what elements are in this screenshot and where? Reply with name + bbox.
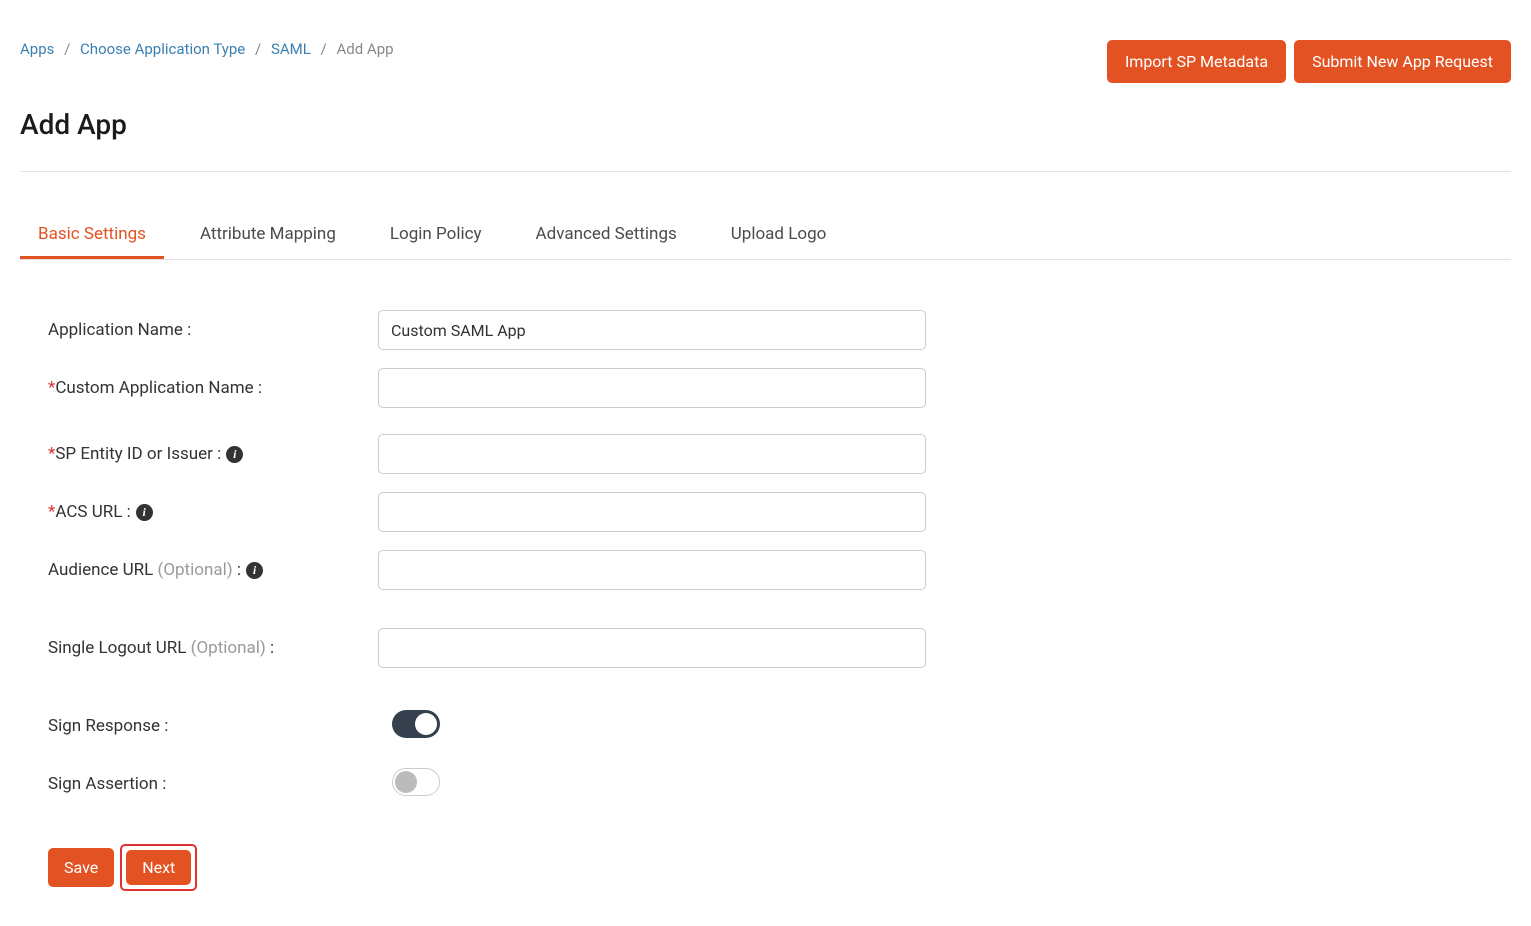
tab-upload-logo[interactable]: Upload Logo xyxy=(713,212,845,259)
tab-login-policy[interactable]: Login Policy xyxy=(372,212,500,259)
import-sp-metadata-button[interactable]: Import SP Metadata xyxy=(1107,40,1286,83)
audience-url-input[interactable] xyxy=(378,550,926,590)
sign-response-toggle[interactable] xyxy=(392,710,440,738)
next-button-highlight: Next xyxy=(120,844,197,891)
tab-basic-settings[interactable]: Basic Settings xyxy=(20,212,164,259)
custom-application-name-label: *Custom Application Name : xyxy=(48,378,378,398)
breadcrumb-sep: / xyxy=(255,40,261,58)
application-name-input[interactable] xyxy=(378,310,926,350)
breadcrumb-link-apps[interactable]: Apps xyxy=(20,40,54,58)
sp-entity-input[interactable] xyxy=(378,434,926,474)
save-button[interactable]: Save xyxy=(48,848,114,887)
tabs: Basic Settings Attribute Mapping Login P… xyxy=(20,212,1511,260)
page-title: Add App xyxy=(20,108,1511,141)
submit-new-app-request-button[interactable]: Submit New App Request xyxy=(1294,40,1511,83)
breadcrumb-sep: / xyxy=(64,40,70,58)
divider xyxy=(20,171,1511,172)
info-icon[interactable]: i xyxy=(136,504,153,521)
sp-entity-label: *SP Entity ID or Issuer : i xyxy=(48,444,378,464)
breadcrumb: Apps / Choose Application Type / SAML / … xyxy=(20,40,394,58)
breadcrumb-link-saml[interactable]: SAML xyxy=(271,40,311,58)
sign-assertion-label: Sign Assertion : xyxy=(48,774,378,794)
sign-assertion-toggle[interactable] xyxy=(392,768,440,796)
sign-response-label: Sign Response : xyxy=(48,716,378,736)
breadcrumb-current: Add App xyxy=(336,40,393,58)
breadcrumb-sep: / xyxy=(321,40,327,58)
info-icon[interactable]: i xyxy=(246,562,263,579)
tab-advanced-settings[interactable]: Advanced Settings xyxy=(518,212,695,259)
info-icon[interactable]: i xyxy=(226,446,243,463)
single-logout-input[interactable] xyxy=(378,628,926,668)
application-name-label: Application Name : xyxy=(48,320,378,340)
breadcrumb-link-choose-type[interactable]: Choose Application Type xyxy=(80,40,245,58)
acs-url-input[interactable] xyxy=(378,492,926,532)
tab-attribute-mapping[interactable]: Attribute Mapping xyxy=(182,212,354,259)
custom-application-name-input[interactable] xyxy=(378,368,926,408)
next-button[interactable]: Next xyxy=(126,850,191,885)
single-logout-label: Single Logout URL (Optional) : xyxy=(48,638,378,658)
audience-url-label: Audience URL (Optional) : i xyxy=(48,560,378,580)
acs-url-label: *ACS URL : i xyxy=(48,502,378,522)
